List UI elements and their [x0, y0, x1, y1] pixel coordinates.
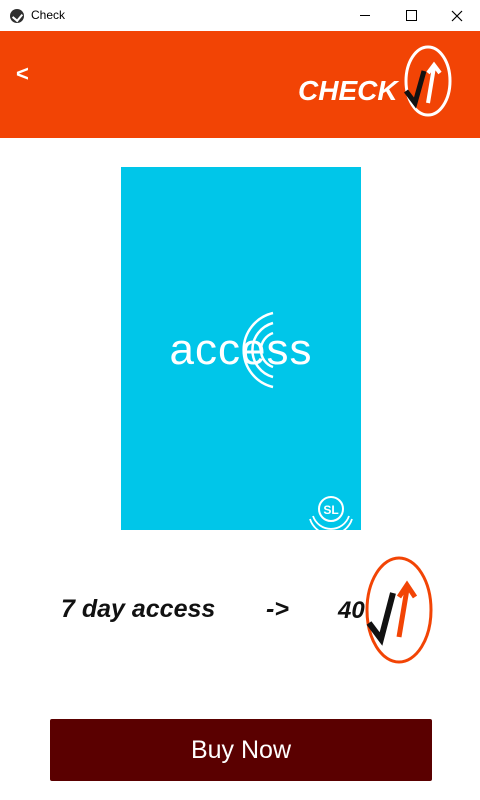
- window-titlebar: Check: [0, 0, 480, 32]
- app-icon: [10, 9, 24, 23]
- window-title: Check: [31, 8, 66, 22]
- product-poster: access SL: [121, 167, 361, 530]
- app-header: < CHECK: [0, 31, 480, 138]
- brand-logo-icon: [404, 45, 452, 117]
- close-icon: [451, 10, 463, 21]
- close-button[interactable]: [434, 0, 480, 31]
- offer-text: 7 day access: [61, 595, 216, 623]
- minimize-button[interactable]: [342, 0, 388, 31]
- check-coin-icon: [365, 556, 433, 664]
- maximize-icon: [405, 10, 417, 21]
- minimize-icon: [360, 15, 370, 16]
- sl-badge-icon: SL: [309, 496, 353, 530]
- back-button[interactable]: <: [16, 61, 29, 87]
- poster-word: access: [169, 325, 313, 374]
- sl-badge-label: SL: [323, 503, 338, 517]
- brand-text: CHECK: [298, 75, 398, 106]
- buy-now-button[interactable]: Buy Now: [50, 719, 432, 781]
- maximize-button[interactable]: [388, 0, 434, 31]
- offer-arrow: ->: [266, 595, 289, 623]
